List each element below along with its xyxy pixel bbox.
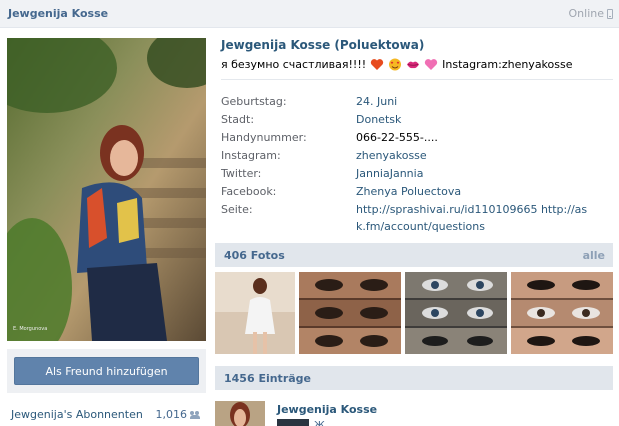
profile-info: Geburtstag: 24. Juni Stadt: Donetsk Hand… xyxy=(221,93,613,236)
photo-thumbnail[interactable] xyxy=(511,272,613,354)
subscribers-link[interactable]: Jewgenija's Abonnenten 1,016 xyxy=(11,408,201,421)
header-divider xyxy=(221,79,613,80)
page-owner-name[interactable]: Jewgenija Kosse xyxy=(8,7,108,20)
wall-count[interactable]: 1456 Einträge xyxy=(224,372,311,385)
subscribers-count-wrap: 1,016 xyxy=(156,408,202,421)
info-value-website[interactable]: http://sprashivai.ru/id110109665 http://… xyxy=(356,201,613,235)
profile-status: я безумно счастливая!!!! Instagram:zheny… xyxy=(221,58,613,71)
info-label: Instagram: xyxy=(221,149,281,162)
online-status: Online xyxy=(569,7,613,20)
info-row-website: Seite: http://sprashivai.ru/id110109665 … xyxy=(221,201,613,235)
info-label: Handynummer: xyxy=(221,131,307,144)
info-row-birthday: Geburtstag: 24. Juni xyxy=(221,93,613,110)
info-row-facebook: Facebook: Zhenya Poluectova xyxy=(221,183,613,200)
photo-thumbnails xyxy=(215,272,613,354)
profile-header: Jewgenija Kosse (Poluektowa) я безумно с… xyxy=(221,38,613,71)
photo-thumbnail[interactable] xyxy=(299,272,402,354)
add-friend-panel: Als Freund hinzufügen xyxy=(7,349,206,393)
subscribers-count: 1,016 xyxy=(155,408,188,421)
post-author-avatar[interactable] xyxy=(215,401,265,426)
info-value-instagram[interactable]: zhenyakosse xyxy=(356,147,613,164)
info-label: Stadt: xyxy=(221,113,255,126)
heart-icon xyxy=(371,59,384,70)
info-value-phone: 066-22-555-.... xyxy=(356,131,438,144)
pink-heart-icon xyxy=(425,59,438,70)
add-friend-button[interactable]: Als Freund hinzufügen xyxy=(14,357,199,385)
svg-text:E. Morgunova: E. Morgunova xyxy=(13,326,47,332)
info-value-city[interactable]: Donetsk xyxy=(356,111,613,128)
mobile-phone-icon xyxy=(607,8,613,19)
wall-header[interactable]: 1456 Einträge xyxy=(215,366,613,390)
info-row-instagram: Instagram: zhenyakosse xyxy=(221,147,613,164)
photos-count[interactable]: 406 Fotos xyxy=(224,249,285,262)
post-text-fragment: Ж xyxy=(314,420,325,426)
status-text: я безумно счастливая!!!! xyxy=(221,58,367,71)
info-value-twitter[interactable]: JanniaJannia xyxy=(356,165,613,182)
status-suffix: Instagram:zhenyakosse xyxy=(442,58,573,71)
info-value-birthday[interactable]: 24. Juni xyxy=(356,93,613,110)
heart-eyes-emoji-icon xyxy=(389,58,402,71)
online-label: Online xyxy=(568,7,604,20)
photos-header[interactable]: 406 Fotos alle xyxy=(215,243,613,267)
photos-all-link[interactable]: alle xyxy=(583,249,605,262)
profile-photo[interactable]: E. Morgunova xyxy=(7,38,206,341)
post-attachment-thumbnail[interactable] xyxy=(277,419,309,426)
info-row-city: Stadt: Donetsk xyxy=(221,111,613,128)
info-value-facebook[interactable]: Zhenya Poluectova xyxy=(356,183,613,200)
info-label: Twitter: xyxy=(221,167,262,180)
info-label: Facebook: xyxy=(221,185,277,198)
top-bar: Jewgenija Kosse Online xyxy=(0,0,619,28)
profile-full-name: Jewgenija Kosse (Poluektowa) xyxy=(221,38,425,52)
info-label: Geburtstag: xyxy=(221,95,287,108)
people-icon xyxy=(190,410,201,419)
photo-thumbnail[interactable] xyxy=(215,272,296,354)
info-label: Seite: xyxy=(221,203,253,216)
info-row-phone: Handynummer: 066-22-555-.... xyxy=(221,129,613,146)
subscribers-label[interactable]: Jewgenija's Abonnenten xyxy=(11,408,143,421)
lips-icon xyxy=(407,61,420,69)
info-row-twitter: Twitter: JanniaJannia xyxy=(221,165,613,182)
photo-thumbnail[interactable] xyxy=(405,272,508,354)
post-author-name[interactable]: Jewgenija Kosse xyxy=(277,403,377,416)
